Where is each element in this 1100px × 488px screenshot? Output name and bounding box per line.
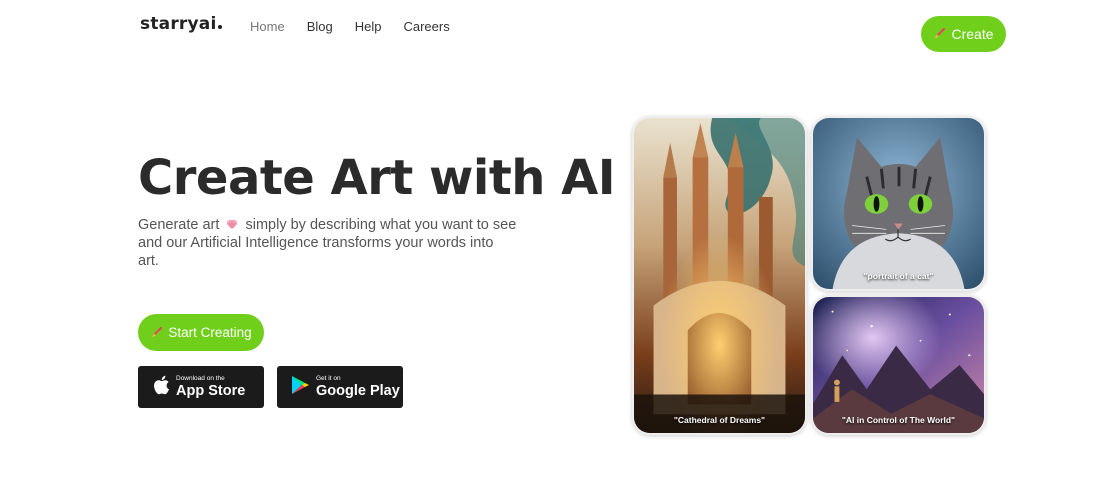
create-button[interactable]: Create	[921, 16, 1006, 52]
nav-blog[interactable]: Blog	[307, 19, 333, 34]
app-store-small-text: Download on the	[176, 374, 225, 382]
start-creating-label: Start Creating	[168, 325, 252, 340]
logo-dot	[218, 25, 223, 29]
cathedral-caption: "Cathedral of Dreams"	[673, 415, 766, 425]
start-creating-button[interactable]: Start Creating	[138, 314, 264, 351]
hero-desc-part1: Generate art	[138, 217, 220, 233]
google-play-icon	[291, 375, 310, 400]
apple-icon	[152, 375, 170, 400]
create-button-label: Create	[951, 26, 994, 42]
logo-text: starryai	[140, 14, 217, 34]
google-play-button[interactable]: Get it on Google Play	[277, 366, 403, 408]
gallery-card-cathedral[interactable]: "Cathedral of Dreams"	[632, 116, 807, 435]
app-store-label: App Store	[176, 383, 246, 399]
google-play-label: Google Play	[316, 383, 400, 399]
gallery-card-cat[interactable]: "portrait of a cat"	[811, 116, 986, 291]
cat-artwork	[813, 118, 984, 289]
space-artwork	[813, 297, 984, 433]
brush-icon	[933, 28, 946, 40]
logo[interactable]: starryai	[140, 14, 223, 34]
brain-icon	[226, 217, 238, 229]
main-nav: Home Blog Help Careers	[250, 19, 472, 34]
cathedral-artwork	[634, 118, 805, 433]
app-store-button[interactable]: Download on the App Store	[138, 366, 264, 408]
cat-caption: "portrait of a cat"	[863, 271, 934, 281]
hero-title: Create Art with AI	[138, 150, 616, 206]
brush-icon	[150, 326, 163, 339]
nav-careers[interactable]: Careers	[403, 19, 449, 34]
nav-help[interactable]: Help	[355, 19, 382, 34]
gallery-card-space[interactable]: "AI in Control of The World"	[811, 295, 986, 435]
space-caption: "AI in Control of The World"	[841, 415, 956, 425]
google-play-small-text: Get it on	[316, 374, 341, 382]
nav-home[interactable]: Home	[250, 19, 285, 34]
hero-description: Generate art simply by describing what y…	[138, 216, 518, 270]
